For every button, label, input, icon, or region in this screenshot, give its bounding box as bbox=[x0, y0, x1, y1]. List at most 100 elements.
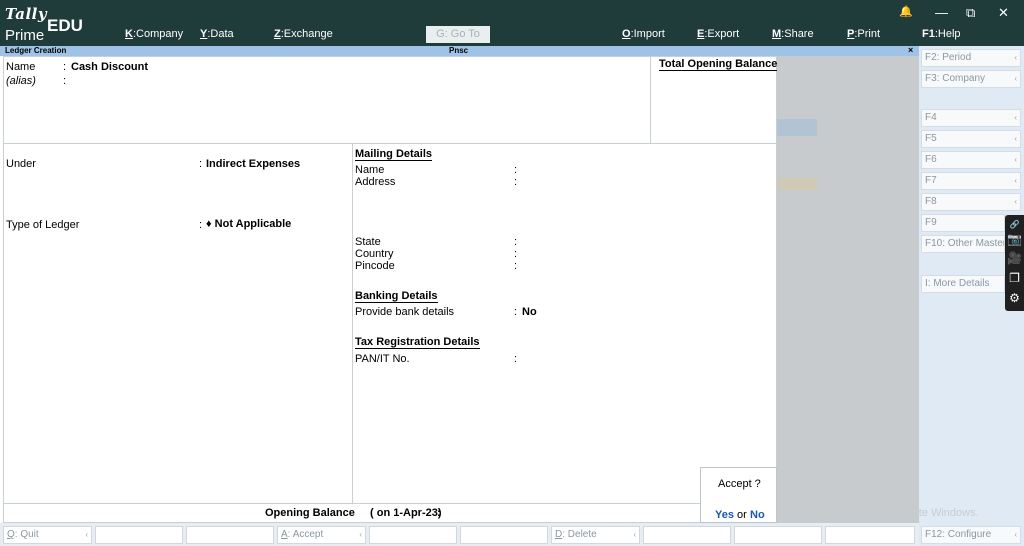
close-screen-icon[interactable]: × bbox=[908, 45, 913, 55]
chevron-left-icon: ‹ bbox=[633, 530, 636, 539]
provide-bank-details-label: Provide bank details bbox=[355, 306, 455, 318]
configure-button[interactable]: F12: Configure ‹ bbox=[921, 526, 1021, 544]
period-button[interactable]: F2: Period ‹ bbox=[921, 49, 1021, 67]
type-of-ledger-label: Type of Ledger bbox=[6, 219, 80, 231]
divider bbox=[4, 143, 777, 144]
pin-icon[interactable]: 🔗 bbox=[1007, 217, 1022, 232]
menu-import[interactable]: O:Import bbox=[622, 28, 665, 40]
logo-tally-text: Tally bbox=[5, 5, 48, 23]
minimize-icon[interactable]: — bbox=[935, 5, 948, 20]
side-toolbar: 🔗 📷 🎥 ❐ ⚙ bbox=[1005, 215, 1024, 311]
provide-bank-details-field[interactable]: No bbox=[522, 306, 537, 318]
mailing-address-colon: : bbox=[514, 176, 518, 188]
mailing-name-colon: : bbox=[514, 164, 518, 176]
top-menu-bar: Tally EDU Prime K:Company Y:Data Z:Excha… bbox=[0, 0, 1024, 46]
company-button[interactable]: F3: Company ‹ bbox=[921, 70, 1021, 88]
settings-icon[interactable]: ⚙ bbox=[1007, 291, 1022, 306]
chevron-left-icon: ‹ bbox=[1014, 155, 1017, 164]
country-colon: : bbox=[514, 248, 518, 260]
name-colon: : bbox=[63, 61, 67, 73]
tax-registration-heading: Tax Registration Details bbox=[355, 336, 480, 349]
menu-print[interactable]: P:Print bbox=[847, 28, 880, 40]
under-label: Under bbox=[6, 158, 36, 170]
blank-button[interactable] bbox=[95, 526, 183, 544]
background-band bbox=[777, 178, 817, 190]
type-of-ledger-field[interactable]: ♦ Not Applicable bbox=[206, 218, 291, 230]
screen-title-strip: Ledger Creation Pnsc × bbox=[0, 45, 919, 56]
screen-title: Ledger Creation bbox=[5, 46, 67, 55]
menu-exchange[interactable]: Z:Exchange bbox=[274, 28, 333, 40]
name-label: Name bbox=[6, 61, 36, 73]
f9-button[interactable]: F9 bbox=[921, 214, 1005, 232]
opening-balance-date: ( on 1-Apr-23) bbox=[370, 507, 442, 519]
background-overlay bbox=[777, 56, 919, 523]
accept-or-text: or bbox=[737, 509, 747, 521]
video-icon[interactable]: 🎥 bbox=[1007, 251, 1022, 266]
under-field[interactable]: Indirect Expenses bbox=[206, 158, 300, 170]
divider bbox=[4, 503, 777, 504]
total-opening-balance-panel: Total Opening Balance bbox=[650, 57, 778, 144]
activate-windows-watermark: Activate Windows bbox=[805, 489, 916, 505]
chevron-left-icon: ‹ bbox=[1014, 197, 1017, 206]
chevron-left-icon: ‹ bbox=[1014, 53, 1017, 62]
background-band bbox=[777, 119, 817, 136]
logo-edu-text: EDU bbox=[47, 16, 83, 35]
mailing-name-label: Name bbox=[355, 164, 385, 176]
pan-colon: : bbox=[514, 353, 518, 365]
menu-export[interactable]: E:Export bbox=[697, 28, 739, 40]
alias-label: (alias) bbox=[6, 75, 36, 87]
f6-button[interactable]: F6 ‹ bbox=[921, 151, 1021, 169]
divider bbox=[352, 144, 353, 504]
chevron-left-icon: ‹ bbox=[1014, 113, 1017, 122]
quit-button[interactable]: Q: Quit ‹ bbox=[3, 526, 92, 544]
f8-button[interactable]: F8 ‹ bbox=[921, 193, 1021, 211]
chevron-left-icon: ‹ bbox=[359, 530, 362, 539]
under-colon: : bbox=[199, 158, 203, 170]
opening-balance-label: Opening Balance bbox=[265, 507, 355, 519]
company-name: Pnsc bbox=[449, 46, 469, 55]
country-label: Country bbox=[355, 248, 394, 260]
close-icon[interactable]: ✕ bbox=[998, 5, 1009, 21]
menu-data[interactable]: Y:Data bbox=[200, 28, 234, 40]
blank-button[interactable] bbox=[643, 526, 731, 544]
chevron-left-icon: ‹ bbox=[1014, 176, 1017, 185]
ledger-creation-form: Name : Cash Discount (alias) : Total Ope… bbox=[3, 56, 778, 523]
more-details-button[interactable]: I: More Details bbox=[921, 275, 1005, 293]
f4-button[interactable]: F4 ‹ bbox=[921, 109, 1021, 127]
blank-button[interactable] bbox=[460, 526, 548, 544]
tally-prime-logo: Tally EDU Prime bbox=[5, 5, 115, 44]
menu-company[interactable]: K:Company bbox=[125, 28, 183, 40]
name-field[interactable]: Cash Discount bbox=[71, 61, 148, 73]
accept-button[interactable]: A: Accept ‹ bbox=[277, 526, 366, 544]
restore-icon[interactable]: ⧉ bbox=[966, 5, 975, 21]
blank-button[interactable] bbox=[734, 526, 822, 544]
blank-button[interactable] bbox=[369, 526, 457, 544]
pan-label: PAN/IT No. bbox=[355, 353, 410, 365]
type-of-ledger-colon: : bbox=[199, 219, 203, 231]
f5-button[interactable]: F5 ‹ bbox=[921, 130, 1021, 148]
state-label: State bbox=[355, 236, 381, 248]
logo-prime-text: Prime bbox=[5, 27, 45, 44]
pincode-label: Pincode bbox=[355, 260, 395, 272]
accept-no-button[interactable]: No bbox=[750, 509, 765, 521]
other-masters-button[interactable]: F10: Other Masters bbox=[921, 235, 1005, 253]
mailing-details-heading: Mailing Details bbox=[355, 148, 433, 161]
menu-help[interactable]: F1:Help bbox=[922, 28, 961, 40]
banking-details-heading: Banking Details bbox=[355, 290, 438, 303]
camera-icon[interactable]: 📷 bbox=[1007, 232, 1022, 247]
goto-button[interactable]: G: Go To bbox=[426, 26, 490, 43]
bell-icon[interactable]: 🔔 bbox=[899, 5, 913, 18]
delete-button[interactable]: D: Delete ‹ bbox=[551, 526, 640, 544]
f7-button[interactable]: F7 ‹ bbox=[921, 172, 1021, 190]
accept-yes-button[interactable]: Yes bbox=[715, 509, 734, 521]
blank-button[interactable] bbox=[186, 526, 274, 544]
accept-question: Accept ? bbox=[718, 478, 761, 490]
menu-share[interactable]: M:Share bbox=[772, 28, 814, 40]
pincode-colon: : bbox=[514, 260, 518, 272]
blank-button[interactable] bbox=[825, 526, 915, 544]
windows-icon[interactable]: ❐ bbox=[1007, 271, 1022, 286]
activate-windows-subtext: Go to Settings to activate Windows. bbox=[805, 507, 979, 519]
provide-bank-details-colon: : bbox=[514, 306, 518, 318]
chevron-left-icon: ‹ bbox=[1014, 74, 1017, 83]
chevron-left-icon: ‹ bbox=[1014, 134, 1017, 143]
